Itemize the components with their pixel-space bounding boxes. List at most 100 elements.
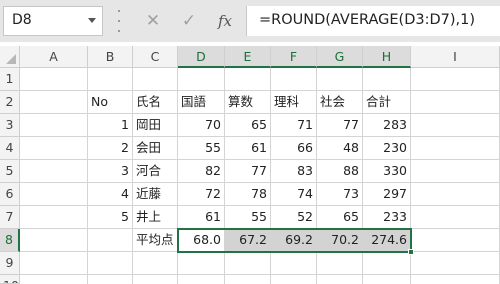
drag-handle-icon[interactable] — [117, 10, 121, 32]
fill-handle[interactable] — [408, 249, 414, 255]
score-sansu[interactable]: 55 — [225, 206, 271, 229]
score-sansu[interactable]: 78 — [225, 183, 271, 206]
score-sansu[interactable]: 77 — [225, 160, 271, 183]
score-kokugo[interactable]: 61 — [178, 206, 225, 229]
column-header-c[interactable]: C — [133, 46, 178, 68]
name-box[interactable]: D8 — [3, 6, 103, 36]
formula-input[interactable]: =ROUND(AVERAGE(D3:D7),1) — [246, 6, 500, 36]
cell[interactable] — [178, 275, 225, 284]
header-no[interactable]: No — [88, 91, 133, 114]
row-header-2[interactable]: 2 — [0, 91, 20, 114]
header-rika[interactable]: 理科 — [271, 91, 317, 114]
student-name[interactable]: 会田 — [133, 137, 178, 160]
cell[interactable] — [20, 114, 88, 137]
cell[interactable] — [411, 183, 500, 206]
cell[interactable] — [363, 252, 411, 275]
cell[interactable] — [271, 68, 317, 91]
header-sansu[interactable]: 算数 — [225, 91, 271, 114]
column-header-f[interactable]: F — [271, 46, 317, 68]
average-sansu[interactable]: 67.2 — [225, 229, 271, 252]
row-header-8[interactable]: 8 — [0, 229, 20, 252]
score-kokugo[interactable]: 55 — [178, 137, 225, 160]
cell[interactable] — [411, 68, 500, 91]
score-kokugo[interactable]: 72 — [178, 183, 225, 206]
score-total[interactable]: 230 — [363, 137, 411, 160]
score-sansu[interactable]: 65 — [225, 114, 271, 137]
cell[interactable] — [133, 68, 178, 91]
student-no[interactable]: 2 — [88, 137, 133, 160]
cell[interactable] — [20, 252, 88, 275]
cell[interactable] — [411, 275, 500, 284]
enter-icon[interactable]: ✓ — [172, 6, 206, 36]
cell[interactable] — [133, 252, 178, 275]
score-shakai[interactable]: 48 — [317, 137, 363, 160]
cell[interactable] — [411, 114, 500, 137]
row-header-1[interactable]: 1 — [0, 68, 20, 91]
student-no[interactable]: 1 — [88, 114, 133, 137]
score-total[interactable]: 330 — [363, 160, 411, 183]
student-no[interactable]: 4 — [88, 183, 133, 206]
cell[interactable] — [317, 252, 363, 275]
score-total[interactable]: 297 — [363, 183, 411, 206]
header-name[interactable]: 氏名 — [133, 91, 178, 114]
cell[interactable] — [20, 137, 88, 160]
header-total[interactable]: 合計 — [363, 91, 411, 114]
student-name[interactable]: 井上 — [133, 206, 178, 229]
cell[interactable] — [20, 183, 88, 206]
row-header-7[interactable]: 7 — [0, 206, 20, 229]
score-rika[interactable]: 83 — [271, 160, 317, 183]
score-kokugo[interactable]: 70 — [178, 114, 225, 137]
average-label[interactable]: 平均点 — [133, 229, 178, 252]
column-header-g[interactable]: G — [317, 46, 363, 68]
student-name[interactable]: 河合 — [133, 160, 178, 183]
cell[interactable] — [411, 160, 500, 183]
cell[interactable] — [20, 68, 88, 91]
score-sansu[interactable]: 61 — [225, 137, 271, 160]
score-rika[interactable]: 52 — [271, 206, 317, 229]
average-kokugo[interactable]: 68.0 — [178, 229, 225, 252]
cell[interactable] — [225, 275, 271, 284]
cell[interactable] — [88, 229, 133, 252]
select-all-corner[interactable] — [0, 46, 20, 68]
score-rika[interactable]: 71 — [271, 114, 317, 137]
cell[interactable] — [225, 252, 271, 275]
column-header-h[interactable]: H — [363, 46, 411, 68]
header-kokugo[interactable]: 国語 — [178, 91, 225, 114]
cancel-icon[interactable]: ✕ — [136, 6, 170, 36]
cell[interactable] — [411, 252, 500, 275]
cell[interactable] — [20, 206, 88, 229]
cell[interactable] — [20, 229, 88, 252]
average-rika[interactable]: 69.2 — [271, 229, 317, 252]
score-rika[interactable]: 66 — [271, 137, 317, 160]
row-header-4[interactable]: 4 — [0, 137, 20, 160]
row-header-10[interactable]: 10 — [0, 275, 20, 284]
column-header-b[interactable]: B — [88, 46, 133, 68]
row-header-9[interactable]: 9 — [0, 252, 20, 275]
cell[interactable] — [178, 68, 225, 91]
header-shakai[interactable]: 社会 — [317, 91, 363, 114]
cell[interactable] — [225, 68, 271, 91]
column-header-d[interactable]: D — [178, 46, 225, 68]
cell[interactable] — [411, 206, 500, 229]
cell[interactable] — [411, 137, 500, 160]
score-shakai[interactable]: 73 — [317, 183, 363, 206]
score-shakai[interactable]: 88 — [317, 160, 363, 183]
average-total[interactable]: 274.6 — [363, 229, 411, 252]
chevron-down-icon[interactable] — [88, 18, 96, 23]
cell[interactable] — [88, 275, 133, 284]
column-header-i[interactable]: I — [411, 46, 500, 68]
score-shakai[interactable]: 77 — [317, 114, 363, 137]
cell[interactable] — [317, 275, 363, 284]
insert-function-icon[interactable]: fx — [208, 6, 242, 36]
row-header-3[interactable]: 3 — [0, 114, 20, 137]
cell[interactable] — [20, 91, 88, 114]
cell[interactable] — [411, 91, 500, 114]
score-shakai[interactable]: 65 — [317, 206, 363, 229]
cell[interactable] — [271, 275, 317, 284]
student-no[interactable]: 5 — [88, 206, 133, 229]
cell[interactable] — [411, 229, 500, 252]
student-name[interactable]: 岡田 — [133, 114, 178, 137]
score-total[interactable]: 233 — [363, 206, 411, 229]
column-header-a[interactable]: A — [20, 46, 88, 68]
cell[interactable] — [20, 160, 88, 183]
